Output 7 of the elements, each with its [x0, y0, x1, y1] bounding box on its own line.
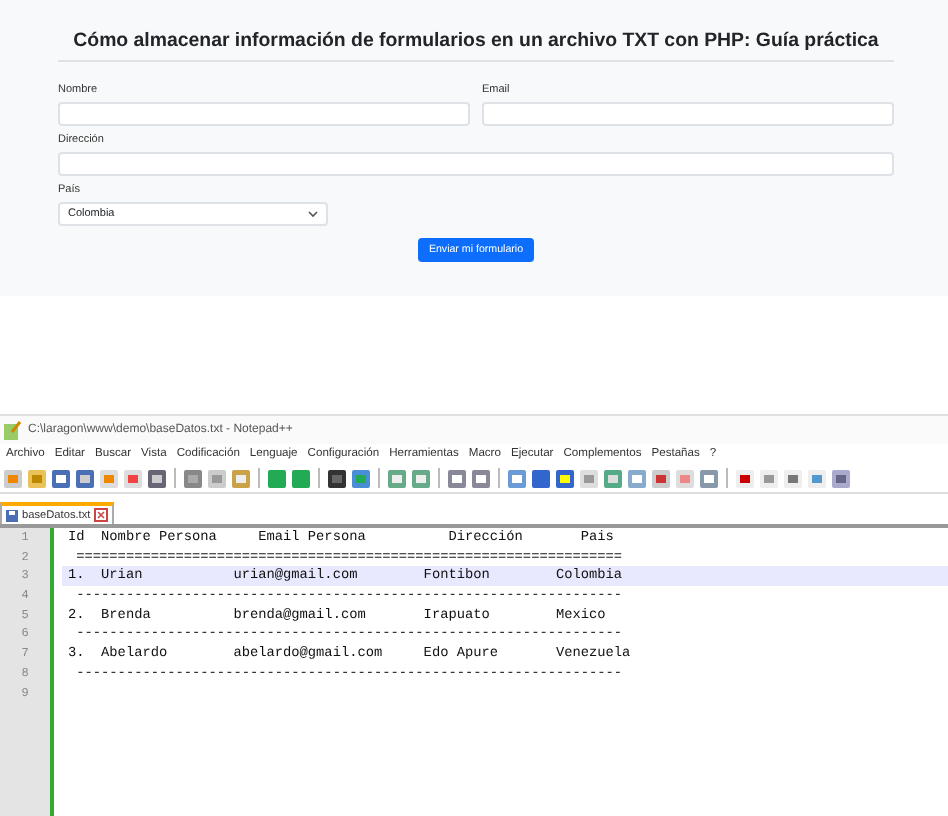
close-icon[interactable] [94, 508, 109, 522]
input-field[interactable] [58, 102, 470, 126]
notepad-icon [2, 420, 22, 440]
chevron-down-icon [308, 210, 318, 218]
input-field[interactable] [482, 102, 894, 126]
page-title: Cómo almacenar información de formularios en un archivo TXT con PHP: Guía práctica [58, 28, 894, 62]
input-field[interactable] [58, 152, 894, 176]
